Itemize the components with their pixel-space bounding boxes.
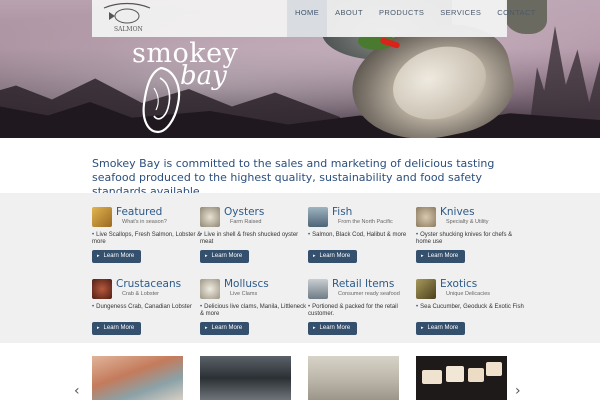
halibut-portions-photo[interactable]: [416, 356, 507, 400]
halibut-piece: [468, 368, 484, 382]
category-subtitle: From the North Pacific: [338, 219, 393, 225]
category-title[interactable]: Retail Items: [332, 278, 394, 290]
category-card-fish: Fish From the North Pacific Salmon, Blac…: [308, 193, 413, 263]
learn-more-button[interactable]: Learn More: [92, 250, 141, 263]
nav-contact[interactable]: CONTACT: [489, 0, 544, 37]
fish-thumbnail[interactable]: [308, 207, 328, 227]
category-title[interactable]: Crustaceans: [116, 278, 181, 290]
category-subtitle: Live Clams: [230, 291, 258, 297]
main-nav: HOME ABOUT PRODUCTS SERVICES CONTACT: [287, 0, 535, 37]
photo-gallery: ‹ ›: [0, 343, 600, 400]
category-card-oysters: Oysters Farm Raised Live in shell & fres…: [200, 193, 305, 263]
halibut-piece: [486, 362, 502, 376]
nav-about[interactable]: ABOUT: [327, 0, 371, 37]
category-card-retail: Retail Items Consumer ready seafood Port…: [308, 265, 413, 335]
oyster-shell-logo-icon: [142, 66, 181, 134]
learn-more-button[interactable]: Learn More: [200, 250, 249, 263]
category-subtitle: Consumer ready seafood: [338, 291, 400, 297]
nav-services[interactable]: SERVICES: [432, 0, 489, 37]
category-title[interactable]: Fish: [332, 206, 352, 218]
category-grid: Featured What's in season? Live Scallops…: [0, 193, 600, 343]
gallery-next-arrow-icon[interactable]: ›: [515, 383, 521, 399]
fish-market-photo[interactable]: [200, 356, 291, 400]
salmon-logo-icon[interactable]: SALMON: [100, 2, 154, 34]
category-card-molluscs: Molluscs Live Clams Delicious live clams…: [200, 265, 306, 335]
knives-thumbnail[interactable]: [416, 207, 436, 227]
oysters-thumbnail[interactable]: [200, 207, 220, 227]
gallery-prev-arrow-icon[interactable]: ‹: [74, 383, 80, 399]
brand-word-bay: bay: [180, 61, 227, 91]
category-subtitle: What's in season?: [122, 219, 167, 225]
category-subtitle: Specialty & Utility: [446, 219, 489, 225]
category-card-knives: Knives Specialty & Utility Oyster shucki…: [416, 193, 521, 263]
scallops-thumbnail[interactable]: [92, 207, 112, 227]
category-card-exotics: Exotics Unique Delicacies Sea Cucumber, …: [416, 265, 524, 335]
learn-more-button[interactable]: Learn More: [308, 250, 357, 263]
exotics-thumbnail[interactable]: [416, 279, 436, 299]
category-card-crustaceans: Crustaceans Crab & Lobster Dungeness Cra…: [92, 265, 197, 335]
category-description: Dungeness Crab, Canadian Lobster: [92, 304, 202, 311]
learn-more-button[interactable]: Learn More: [308, 322, 357, 335]
category-title[interactable]: Exotics: [440, 278, 477, 290]
category-description: Delicious live clams, Manila, Littleneck…: [200, 304, 310, 318]
nav-home[interactable]: HOME: [287, 0, 328, 37]
learn-more-button[interactable]: Learn More: [92, 322, 141, 335]
learn-more-button[interactable]: Learn More: [416, 250, 465, 263]
category-description: Oyster shucking knives for chefs & home …: [416, 232, 526, 246]
salmon-fillet-photo[interactable]: [92, 356, 183, 400]
category-subtitle: Farm Raised: [230, 219, 262, 225]
halibut-piece: [422, 370, 442, 384]
category-subtitle: Crab & Lobster: [122, 291, 159, 297]
category-description: Sea Cucumber, Geoduck & Exotic Fish: [416, 304, 526, 311]
category-description: Portioned & packed for the retail custom…: [308, 304, 418, 318]
category-title[interactable]: Molluscs: [224, 278, 269, 290]
logo-text: SALMON: [114, 26, 143, 33]
category-description: Salmon, Black Cod, Halibut & more: [308, 232, 418, 239]
category-description: Live Scallops, Fresh Salmon, Lobster & m…: [92, 232, 202, 246]
crab-thumbnail[interactable]: [92, 279, 112, 299]
learn-more-button[interactable]: Learn More: [200, 322, 249, 335]
category-subtitle: Unique Delicacies: [446, 291, 491, 297]
category-title[interactable]: Featured: [116, 206, 162, 218]
clams-thumbnail[interactable]: [200, 279, 220, 299]
halibut-piece: [446, 366, 464, 382]
nav-products[interactable]: PRODUCTS: [371, 0, 432, 37]
learn-more-button[interactable]: Learn More: [416, 322, 465, 335]
retail-thumbnail[interactable]: [308, 279, 328, 299]
category-description: Live in shell & fresh shucked oyster mea…: [200, 232, 310, 246]
oyster-knives-photo[interactable]: [308, 356, 399, 400]
brand-logo[interactable]: smokey bay: [132, 38, 238, 134]
category-title[interactable]: Knives: [440, 206, 475, 218]
category-card-featured: Featured What's in season? Live Scallops…: [92, 193, 201, 263]
category-title[interactable]: Oysters: [224, 206, 264, 218]
